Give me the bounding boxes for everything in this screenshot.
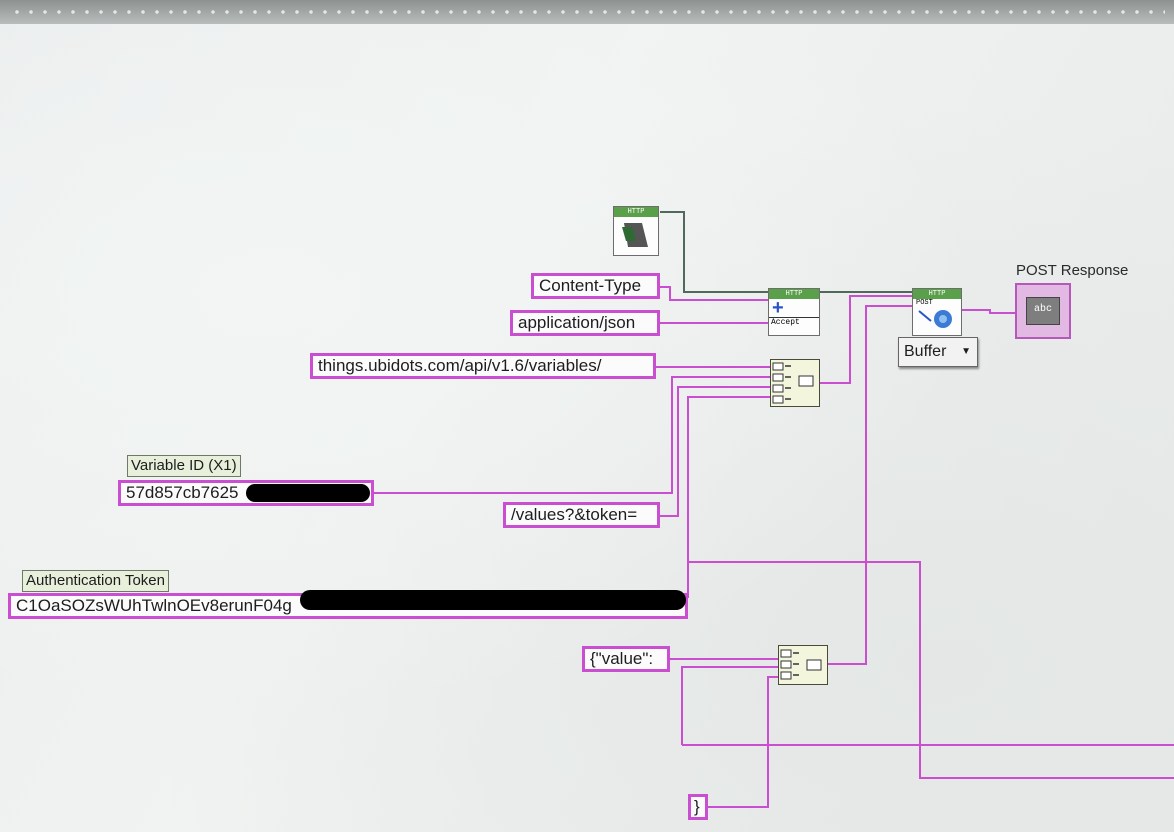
- wire-close-brace: [708, 676, 778, 808]
- string-indicator-icon: abc: [1026, 297, 1060, 325]
- plus-icon: +: [772, 297, 784, 319]
- concatenate-icon: [772, 362, 814, 404]
- http-header: HTTP: [913, 289, 961, 299]
- application-json-constant[interactable]: application/json: [510, 310, 660, 336]
- concatenate-icon: [780, 649, 822, 680]
- wire-refnum-open: [660, 211, 768, 293]
- wire-variable-id: [374, 376, 770, 494]
- ring-value: Buffer: [904, 343, 947, 360]
- http-post-node[interactable]: HTTP POST: [912, 288, 962, 336]
- dropdown-arrow-icon: ▼: [961, 346, 971, 357]
- variable-id-label: Variable ID (X1): [127, 455, 241, 477]
- http-add-header-node[interactable]: HTTP + Accept: [768, 288, 820, 336]
- post-response-indicator[interactable]: abc: [1015, 283, 1071, 339]
- redaction-bar: [300, 590, 686, 610]
- wire-value-loop: [681, 666, 778, 745]
- post-response-label: POST Response: [1016, 262, 1129, 279]
- block-diagram-wires: [374, 211, 1174, 808]
- concatenate-body-node[interactable]: [778, 645, 828, 685]
- values-token-constant[interactable]: /values?&token=: [503, 502, 660, 528]
- wire-content-type: [660, 286, 768, 301]
- wire-values-token: [660, 386, 770, 517]
- http-header: HTTP: [614, 207, 658, 217]
- buffer-ring-control[interactable]: Buffer ▼: [898, 337, 978, 367]
- http-open-handle-node[interactable]: HTTP: [613, 206, 659, 256]
- redaction-bar: [246, 484, 370, 502]
- wire-auth-token: [687, 396, 770, 598]
- concatenate-url-node[interactable]: [770, 359, 820, 407]
- close-brace-constant[interactable]: }: [688, 794, 708, 820]
- add-header-caption: Accept: [769, 317, 819, 327]
- post-globe-icon: [918, 310, 952, 328]
- wire-post-to-response: [962, 309, 1018, 314]
- handle-icon: [622, 223, 648, 247]
- post-caption: POST: [916, 299, 933, 307]
- url-base-constant[interactable]: things.ubidots.com/api/v1.6/variables/: [310, 353, 656, 379]
- value-prefix-constant[interactable]: {"value":: [582, 646, 670, 672]
- auth-token-label: Authentication Token: [22, 570, 169, 592]
- content-type-constant[interactable]: Content-Type: [531, 273, 660, 299]
